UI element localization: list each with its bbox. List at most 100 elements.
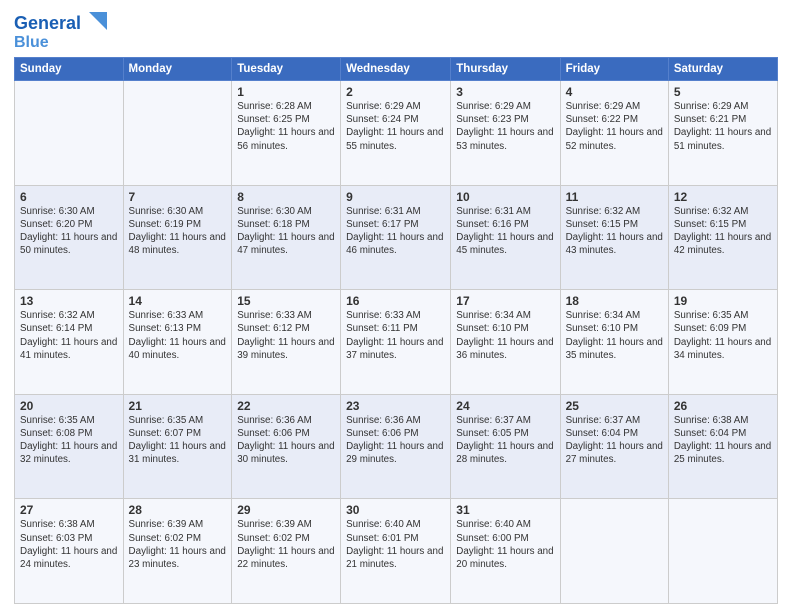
day-info: Sunrise: 6:32 AMSunset: 6:15 PMDaylight:…	[674, 205, 772, 258]
day-info: Sunrise: 6:40 AMSunset: 6:01 PMDaylight:…	[346, 518, 445, 571]
day-info: Sunrise: 6:35 AMSunset: 6:09 PMDaylight:…	[674, 309, 772, 362]
day-info: Sunrise: 6:38 AMSunset: 6:03 PMDaylight:…	[20, 518, 118, 571]
day-number: 18	[566, 294, 663, 308]
col-header-monday: Monday	[123, 58, 232, 81]
calendar-cell: 4Sunrise: 6:29 AMSunset: 6:22 PMDaylight…	[560, 81, 668, 186]
calendar-cell: 9Sunrise: 6:31 AMSunset: 6:17 PMDaylight…	[341, 185, 451, 290]
day-info: Sunrise: 6:29 AMSunset: 6:21 PMDaylight:…	[674, 100, 772, 153]
calendar-cell: 14Sunrise: 6:33 AMSunset: 6:13 PMDayligh…	[123, 290, 232, 395]
page: General Blue SundayMondayTuesdayWednesda…	[0, 0, 792, 612]
calendar-cell	[123, 81, 232, 186]
day-number: 3	[456, 85, 554, 99]
logo: General Blue	[14, 10, 107, 51]
day-number: 14	[129, 294, 227, 308]
calendar-cell: 18Sunrise: 6:34 AMSunset: 6:10 PMDayligh…	[560, 290, 668, 395]
day-number: 6	[20, 190, 118, 204]
day-number: 20	[20, 399, 118, 413]
day-number: 23	[346, 399, 445, 413]
calendar-cell: 11Sunrise: 6:32 AMSunset: 6:15 PMDayligh…	[560, 185, 668, 290]
col-header-saturday: Saturday	[668, 58, 777, 81]
calendar-cell: 8Sunrise: 6:30 AMSunset: 6:18 PMDaylight…	[232, 185, 341, 290]
day-info: Sunrise: 6:37 AMSunset: 6:04 PMDaylight:…	[566, 414, 663, 467]
day-info: Sunrise: 6:34 AMSunset: 6:10 PMDaylight:…	[566, 309, 663, 362]
day-number: 4	[566, 85, 663, 99]
day-info: Sunrise: 6:34 AMSunset: 6:10 PMDaylight:…	[456, 309, 554, 362]
col-header-thursday: Thursday	[451, 58, 560, 81]
calendar-cell: 2Sunrise: 6:29 AMSunset: 6:24 PMDaylight…	[341, 81, 451, 186]
calendar-cell: 21Sunrise: 6:35 AMSunset: 6:07 PMDayligh…	[123, 394, 232, 499]
calendar-cell: 1Sunrise: 6:28 AMSunset: 6:25 PMDaylight…	[232, 81, 341, 186]
day-info: Sunrise: 6:29 AMSunset: 6:23 PMDaylight:…	[456, 100, 554, 153]
calendar-cell: 7Sunrise: 6:30 AMSunset: 6:19 PMDaylight…	[123, 185, 232, 290]
calendar-cell: 29Sunrise: 6:39 AMSunset: 6:02 PMDayligh…	[232, 499, 341, 604]
day-number: 30	[346, 503, 445, 517]
day-info: Sunrise: 6:33 AMSunset: 6:11 PMDaylight:…	[346, 309, 445, 362]
calendar-cell: 27Sunrise: 6:38 AMSunset: 6:03 PMDayligh…	[15, 499, 124, 604]
day-info: Sunrise: 6:35 AMSunset: 6:08 PMDaylight:…	[20, 414, 118, 467]
calendar-cell: 23Sunrise: 6:36 AMSunset: 6:06 PMDayligh…	[341, 394, 451, 499]
calendar-cell: 5Sunrise: 6:29 AMSunset: 6:21 PMDaylight…	[668, 81, 777, 186]
calendar-cell: 6Sunrise: 6:30 AMSunset: 6:20 PMDaylight…	[15, 185, 124, 290]
day-number: 5	[674, 85, 772, 99]
day-number: 24	[456, 399, 554, 413]
calendar-cell: 15Sunrise: 6:33 AMSunset: 6:12 PMDayligh…	[232, 290, 341, 395]
calendar-cell: 28Sunrise: 6:39 AMSunset: 6:02 PMDayligh…	[123, 499, 232, 604]
day-info: Sunrise: 6:32 AMSunset: 6:14 PMDaylight:…	[20, 309, 118, 362]
day-info: Sunrise: 6:31 AMSunset: 6:16 PMDaylight:…	[456, 205, 554, 258]
calendar-cell: 24Sunrise: 6:37 AMSunset: 6:05 PMDayligh…	[451, 394, 560, 499]
logo-arrow-icon	[85, 12, 107, 30]
day-number: 13	[20, 294, 118, 308]
col-header-tuesday: Tuesday	[232, 58, 341, 81]
day-info: Sunrise: 6:30 AMSunset: 6:19 PMDaylight:…	[129, 205, 227, 258]
day-number: 10	[456, 190, 554, 204]
day-number: 7	[129, 190, 227, 204]
day-number: 27	[20, 503, 118, 517]
day-info: Sunrise: 6:30 AMSunset: 6:20 PMDaylight:…	[20, 205, 118, 258]
day-number: 17	[456, 294, 554, 308]
day-number: 28	[129, 503, 227, 517]
day-info: Sunrise: 6:30 AMSunset: 6:18 PMDaylight:…	[237, 205, 335, 258]
logo-text: General	[14, 14, 81, 32]
calendar-cell: 3Sunrise: 6:29 AMSunset: 6:23 PMDaylight…	[451, 81, 560, 186]
day-number: 31	[456, 503, 554, 517]
calendar-cell: 22Sunrise: 6:36 AMSunset: 6:06 PMDayligh…	[232, 394, 341, 499]
day-number: 19	[674, 294, 772, 308]
day-info: Sunrise: 6:38 AMSunset: 6:04 PMDaylight:…	[674, 414, 772, 467]
calendar-cell	[668, 499, 777, 604]
day-info: Sunrise: 6:32 AMSunset: 6:15 PMDaylight:…	[566, 205, 663, 258]
day-number: 9	[346, 190, 445, 204]
day-number: 21	[129, 399, 227, 413]
day-number: 29	[237, 503, 335, 517]
day-number: 25	[566, 399, 663, 413]
calendar-cell: 25Sunrise: 6:37 AMSunset: 6:04 PMDayligh…	[560, 394, 668, 499]
day-info: Sunrise: 6:31 AMSunset: 6:17 PMDaylight:…	[346, 205, 445, 258]
calendar-cell: 19Sunrise: 6:35 AMSunset: 6:09 PMDayligh…	[668, 290, 777, 395]
calendar-cell: 16Sunrise: 6:33 AMSunset: 6:11 PMDayligh…	[341, 290, 451, 395]
calendar-cell: 26Sunrise: 6:38 AMSunset: 6:04 PMDayligh…	[668, 394, 777, 499]
calendar-cell: 17Sunrise: 6:34 AMSunset: 6:10 PMDayligh…	[451, 290, 560, 395]
day-info: Sunrise: 6:39 AMSunset: 6:02 PMDaylight:…	[129, 518, 227, 571]
day-info: Sunrise: 6:35 AMSunset: 6:07 PMDaylight:…	[129, 414, 227, 467]
calendar-cell: 20Sunrise: 6:35 AMSunset: 6:08 PMDayligh…	[15, 394, 124, 499]
day-number: 11	[566, 190, 663, 204]
day-number: 15	[237, 294, 335, 308]
col-header-wednesday: Wednesday	[341, 58, 451, 81]
day-number: 8	[237, 190, 335, 204]
day-info: Sunrise: 6:28 AMSunset: 6:25 PMDaylight:…	[237, 100, 335, 153]
calendar-cell	[15, 81, 124, 186]
col-header-sunday: Sunday	[15, 58, 124, 81]
day-number: 2	[346, 85, 445, 99]
day-info: Sunrise: 6:36 AMSunset: 6:06 PMDaylight:…	[237, 414, 335, 467]
day-number: 16	[346, 294, 445, 308]
col-header-friday: Friday	[560, 58, 668, 81]
day-number: 26	[674, 399, 772, 413]
day-info: Sunrise: 6:29 AMSunset: 6:22 PMDaylight:…	[566, 100, 663, 153]
day-number: 1	[237, 85, 335, 99]
calendar-cell: 12Sunrise: 6:32 AMSunset: 6:15 PMDayligh…	[668, 185, 777, 290]
calendar-cell: 31Sunrise: 6:40 AMSunset: 6:00 PMDayligh…	[451, 499, 560, 604]
day-info: Sunrise: 6:33 AMSunset: 6:13 PMDaylight:…	[129, 309, 227, 362]
day-info: Sunrise: 6:37 AMSunset: 6:05 PMDaylight:…	[456, 414, 554, 467]
calendar-cell: 10Sunrise: 6:31 AMSunset: 6:16 PMDayligh…	[451, 185, 560, 290]
day-number: 22	[237, 399, 335, 413]
calendar-cell: 13Sunrise: 6:32 AMSunset: 6:14 PMDayligh…	[15, 290, 124, 395]
